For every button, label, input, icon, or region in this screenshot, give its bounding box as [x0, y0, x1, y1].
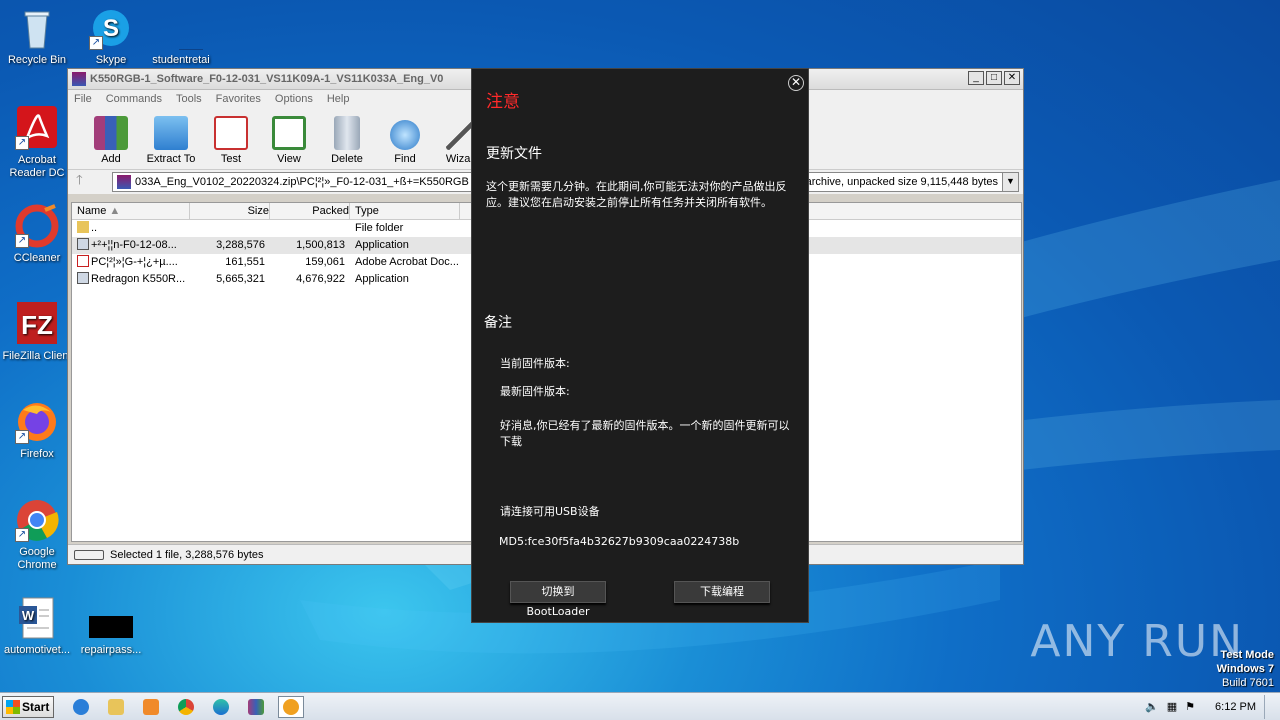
drive-icon: [74, 549, 104, 560]
section-update-file: 更新文件: [486, 146, 542, 162]
folder-icon: [159, 6, 224, 51]
folder-up-icon: [77, 221, 89, 233]
svg-text:FZ: FZ: [21, 310, 53, 340]
flag-icon[interactable]: ⚑: [1185, 700, 1195, 713]
desktop-icon-ccleaner[interactable]: ↗ CCleaner: [0, 204, 74, 265]
firmware-app-icon: [283, 698, 299, 715]
column-packed[interactable]: Packed: [270, 203, 350, 219]
taskbar-media[interactable]: [138, 696, 164, 718]
desktop-icon-chrome[interactable]: ↗ Google Chrome: [0, 498, 74, 572]
media-player-icon: [143, 698, 159, 715]
minimize-button[interactable]: _: [968, 71, 984, 85]
svg-text:W: W: [22, 608, 35, 623]
firmware-update-dialog[interactable]: ✕ 注意 更新文件 这个更新需要几分钟。在此期间,你可能无法对你的产品做出反应。…: [471, 68, 809, 623]
system-tray: 🔈 ▦ ⚑ 6:12 PM: [1145, 693, 1280, 720]
edge-icon: [213, 698, 229, 715]
test-button[interactable]: Test: [202, 116, 260, 165]
menu-favorites[interactable]: Favorites: [216, 93, 261, 105]
good-news-text: 好消息,你已经有了最新的固件版本。一个新的固件更新可以下载: [500, 419, 790, 448]
latest-firmware-label: 最新固件版本:: [500, 385, 570, 398]
close-window-button[interactable]: ✕: [1004, 71, 1020, 85]
close-icon[interactable]: ✕: [788, 75, 804, 91]
taskbar-firmware-app[interactable]: [278, 695, 304, 718]
desktop-icon-acrobat[interactable]: ↗ Acrobat Reader DC: [0, 106, 74, 180]
chrome-icon: [178, 698, 194, 715]
connect-usb-text: 请连接可用USB设备: [500, 505, 600, 518]
taskbar-chrome[interactable]: [173, 696, 199, 718]
taskbar-ie[interactable]: [68, 696, 94, 718]
warning-text: 这个更新需要几分钟。在此期间,你可能无法对你的产品做出反应。建议您在启动安装之前…: [486, 180, 787, 209]
anyrun-watermark: ANY RUN: [1030, 616, 1244, 667]
taskbar-edge[interactable]: [208, 696, 234, 718]
svg-text:S: S: [103, 15, 119, 42]
add-icon: [94, 116, 128, 150]
section-notes: 备注: [484, 315, 512, 331]
show-desktop-button[interactable]: [1264, 694, 1274, 719]
chevron-down-icon[interactable]: ▼: [1002, 173, 1018, 191]
menu-commands[interactable]: Commands: [106, 93, 162, 105]
archive-icon: [117, 175, 131, 189]
extract-to-button[interactable]: Extract To: [140, 116, 202, 165]
menu-file[interactable]: File: [74, 93, 92, 105]
column-size[interactable]: Size: [190, 203, 270, 219]
desktop-icon-skype[interactable]: S ↗ Skype: [74, 6, 148, 67]
clock[interactable]: 6:12 PM: [1215, 701, 1256, 713]
test-clipboard-icon: [214, 116, 248, 150]
maximize-button[interactable]: □: [986, 71, 1002, 85]
winrar-icon: [248, 698, 264, 715]
download-program-button[interactable]: 下载编程: [674, 581, 770, 603]
menu-tools[interactable]: Tools: [176, 93, 202, 105]
firefox-icon: ↗: [15, 400, 59, 444]
magnifier-icon: [390, 120, 420, 150]
volume-icon[interactable]: 🔈: [1145, 700, 1159, 713]
test-mode-notice: Test Mode Windows 7 Build 7601: [1216, 649, 1274, 689]
view-book-icon: [272, 116, 306, 150]
view-button[interactable]: View: [260, 116, 318, 165]
desktop-icon-repairpass[interactable]: repairpass...: [74, 596, 148, 657]
window-title: K550RGB-1_Software_F0-12-031_VS11K09A-1_…: [90, 73, 444, 85]
delete-button[interactable]: Delete: [318, 116, 376, 165]
network-icon[interactable]: ▦: [1167, 700, 1177, 713]
windows-logo-icon: [6, 699, 20, 714]
dialog-title: 注意: [486, 92, 520, 112]
ccleaner-icon: ↗: [15, 204, 59, 248]
filezilla-icon: FZ: [15, 302, 59, 346]
taskbar-winrar[interactable]: [243, 696, 269, 718]
skype-icon: S ↗: [89, 6, 133, 50]
start-button[interactable]: Start: [2, 695, 54, 718]
ie-icon: [73, 698, 89, 715]
md5-text: MD5:fce30f5fa4b32627b9309caa0224738b: [499, 535, 740, 548]
desktop-icon-firefox[interactable]: ↗ Firefox: [0, 400, 74, 461]
up-arrow-icon[interactable]: 🡑: [76, 171, 106, 193]
status-text: Selected 1 file, 3,288,576 bytes: [110, 548, 264, 561]
find-button[interactable]: Find: [376, 120, 434, 165]
current-firmware-label: 当前固件版本:: [500, 357, 570, 370]
menu-options[interactable]: Options: [275, 93, 313, 105]
recycle-bin-icon: [15, 6, 59, 50]
desktop-icon-studentretai[interactable]: studentretai: [144, 6, 224, 67]
trash-icon: [334, 116, 360, 150]
application-icon: [77, 238, 89, 250]
column-name[interactable]: Name ▲: [72, 203, 190, 219]
menu-help[interactable]: Help: [327, 93, 350, 105]
acrobat-icon: ↗: [15, 106, 59, 150]
chrome-icon: ↗: [15, 498, 59, 542]
taskbar: Start 🔈 ▦ ⚑ 6:12 PM: [0, 692, 1280, 720]
add-button[interactable]: Add: [82, 116, 140, 165]
black-file-icon: [89, 596, 133, 640]
application-icon: [77, 272, 89, 284]
folder-extract-icon: [154, 116, 188, 150]
taskbar-explorer[interactable]: [103, 696, 129, 718]
word-doc-icon: W: [15, 596, 59, 640]
column-type[interactable]: Type: [350, 203, 460, 219]
folder-icon: [108, 698, 124, 715]
winrar-app-icon: [72, 72, 86, 86]
desktop-icon-recycle-bin[interactable]: Recycle Bin: [0, 6, 74, 67]
desktop-icon-filezilla[interactable]: FZ FileZilla Client: [0, 302, 74, 363]
desktop-icon-word-doc[interactable]: W automotivet...: [0, 596, 74, 657]
pdf-icon: [77, 255, 89, 267]
switch-bootloader-button[interactable]: 切换到BootLoader: [510, 581, 606, 618]
